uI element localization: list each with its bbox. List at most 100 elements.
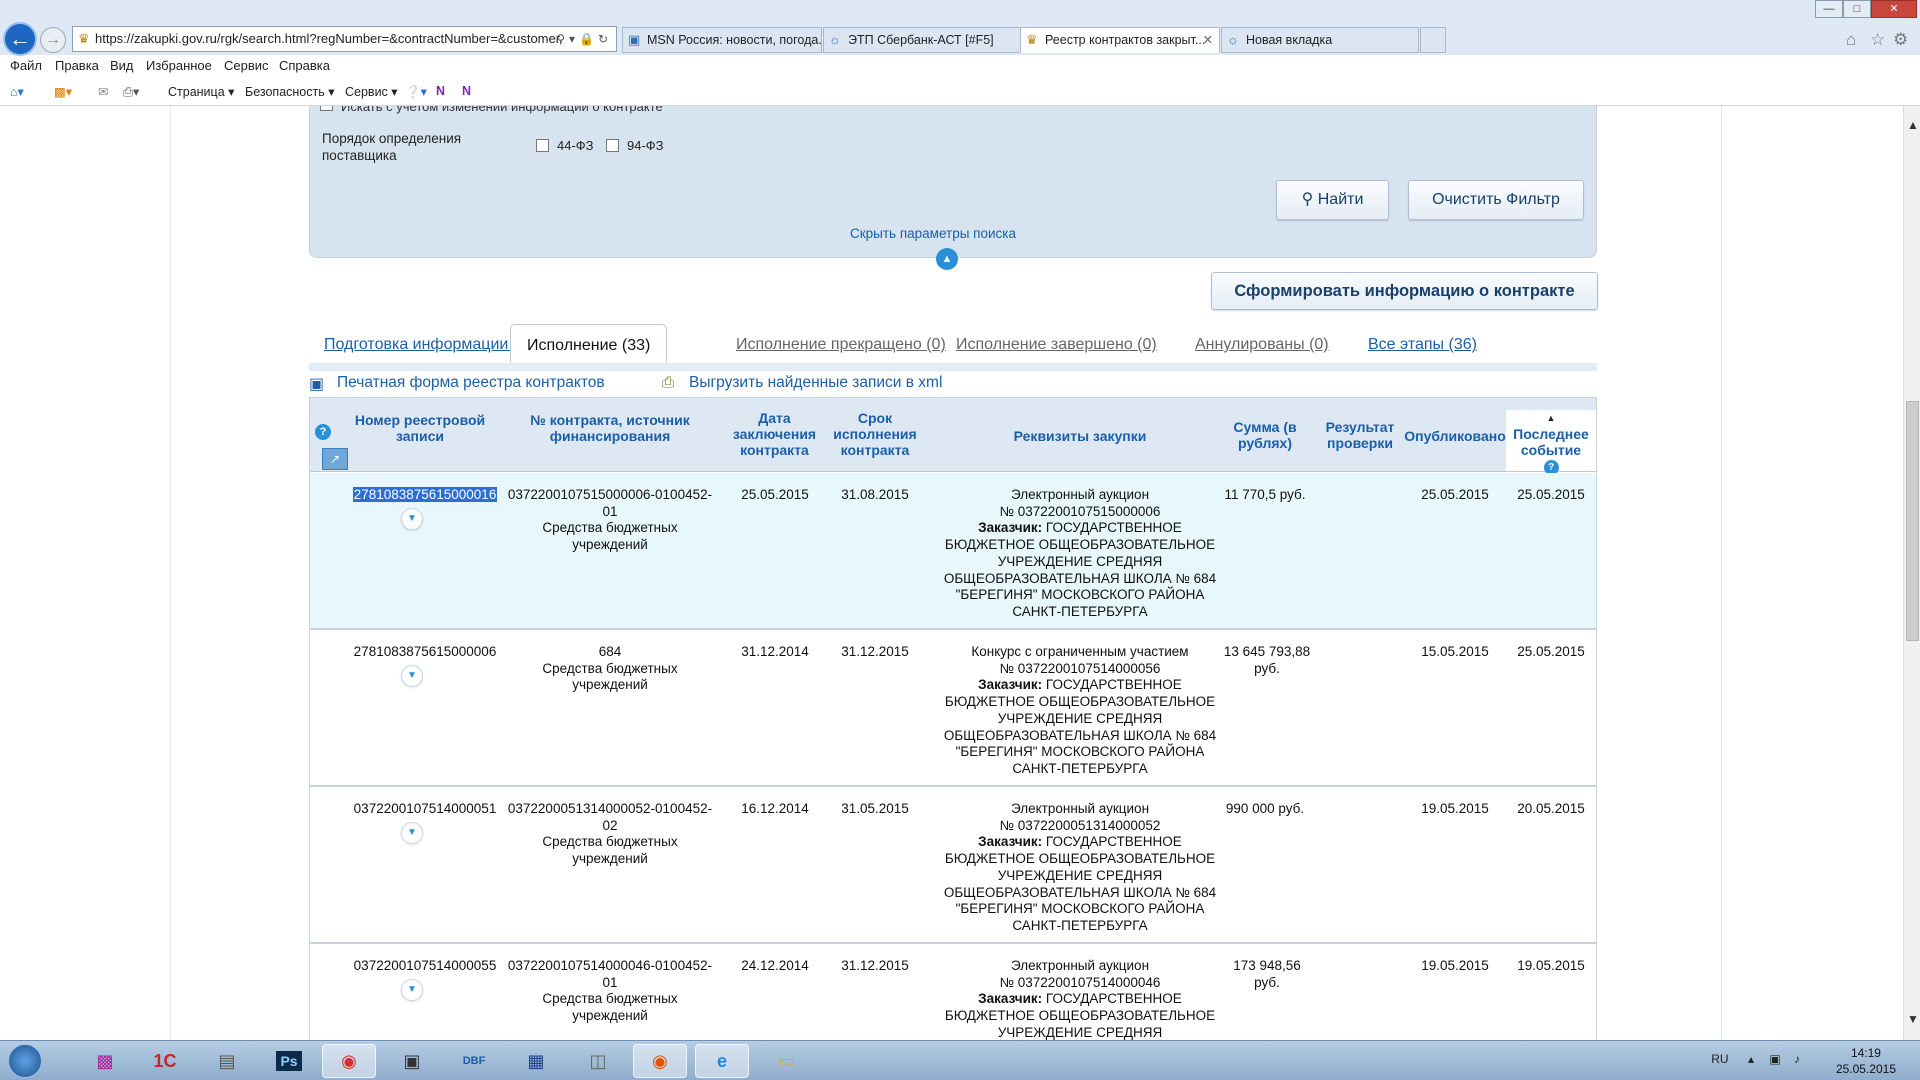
system-clock[interactable]: 14:19 25.05.2015 [1836, 1045, 1896, 1077]
tab-execution-terminated[interactable]: Исполнение прекращено (0) [736, 336, 946, 354]
contract-number-cell: 0372200051314000052-0100452-02 Средства б… [505, 801, 715, 868]
1c-icon[interactable]: 1C [138, 1044, 192, 1078]
archive-icon[interactable]: ◫ [571, 1044, 625, 1078]
browser-tab-registry[interactable]: ♛ Реестр контрактов закрыт... ✕ [1020, 27, 1220, 53]
col-header-published[interactable]: Опубликовано [1395, 428, 1515, 444]
procurement-type: Конкурс с ограниченным участием [971, 644, 1189, 659]
home-icon[interactable]: ⌂▾ [10, 84, 24, 99]
onenote-icon[interactable]: N [462, 84, 471, 98]
col-header-term[interactable]: Срок исполнения контракта [825, 410, 925, 458]
print-form-link[interactable]: Печатная форма реестра контрактов [337, 374, 605, 392]
mail-icon[interactable]: ✉ [98, 84, 108, 99]
hide-search-params-link[interactable]: Скрыть параметры поиска [850, 226, 1016, 241]
search-changes-checkbox-label[interactable]: Искать с учетом изменений информации о к… [320, 106, 663, 114]
procurement-number[interactable]: № 0372200107514000056 [935, 661, 1225, 678]
contract-number: 0372200107514000046-0100452-01 [507, 958, 713, 990]
expand-row-icon[interactable]: ▼ [401, 665, 423, 687]
reg-number[interactable]: 2781083875615000006 [350, 644, 500, 661]
chevron-up-icon[interactable]: ▲ [936, 248, 958, 270]
tray-arrow-icon[interactable]: ▴ [1748, 1052, 1754, 1066]
col-header-procurement[interactable]: Реквизиты закупки [950, 428, 1210, 444]
contract-sum: 990 000 руб. [1225, 801, 1305, 816]
reg-number[interactable]: 0372200107514000055 [350, 958, 500, 975]
menu-view[interactable]: Вид [110, 58, 134, 73]
browser-tab-msn[interactable]: ▣ MSN Россия: новости, погода... [622, 27, 822, 53]
col-header-date[interactable]: Дата заключения контракта [727, 410, 822, 458]
volume-icon[interactable]: ♪ [1794, 1052, 1800, 1066]
network-icon[interactable]: ▣ [1769, 1052, 1780, 1066]
close-tab-icon[interactable]: ✕ [1203, 28, 1213, 52]
export-xml-link[interactable]: Выгрузить найденные записи в xml [689, 374, 942, 392]
new-tab-button[interactable] [1420, 27, 1446, 53]
procurement-number[interactable]: № 0372200107514000046 [935, 975, 1225, 992]
chrome-icon[interactable]: ◉ [322, 1044, 376, 1078]
col-header-contract-number[interactable]: № контракта, источник финансирования [510, 412, 710, 444]
tab-execution-completed[interactable]: Исполнение завершено (0) [956, 336, 1157, 354]
home-icon[interactable]: ⌂ [1846, 30, 1856, 50]
menu-favorites[interactable]: Избранное [146, 58, 212, 73]
contracts-table: ? ↗ Номер реестровой записи № контракта,… [309, 397, 1597, 1040]
tab-preparation[interactable]: Подготовка информации (3) [324, 336, 532, 354]
reg-number[interactable]: 0372200107514000051 [350, 801, 500, 818]
sort-arrow-icon: ▲ [1546, 413, 1556, 423]
winrar-icon[interactable]: ▩ [78, 1044, 132, 1078]
scroll-down-icon[interactable]: ▼ [1907, 1012, 1919, 1026]
print-icon[interactable]: ⎙▾ [123, 84, 139, 100]
col-header-reg-number[interactable]: Номер реестровой записи [350, 412, 490, 444]
help-icon[interactable]: ? [315, 424, 331, 440]
menu-help[interactable]: Справка [279, 58, 330, 73]
clear-filter-button[interactable]: Очистить Фильтр [1408, 180, 1584, 220]
expand-row-icon[interactable]: ▼ [401, 822, 423, 844]
procurement-number[interactable]: № 0372200051314000052 [935, 818, 1225, 835]
find-button[interactable]: ⚲ Найти [1276, 180, 1389, 220]
forward-button[interactable]: → [40, 27, 66, 53]
dbf-icon[interactable]: DBF [447, 1044, 501, 1078]
procurement-number[interactable]: № 0372200107515000006 [935, 504, 1225, 521]
help-icon[interactable]: ❔▾ [405, 84, 427, 100]
menu-service[interactable]: Сервис ▾ [345, 84, 398, 99]
col-header-last-event[interactable]: ▲ Последнее событие ? [1506, 410, 1596, 475]
tab-cancelled[interactable]: Аннулированы (0) [1195, 336, 1329, 354]
favorites-star-icon[interactable]: ☆ [1870, 30, 1885, 50]
rss-icon[interactable]: ▩▾ [54, 84, 72, 99]
browser-tab-sberbank[interactable]: ☼ ЭТП Сбербанк-АСТ [#F5] [823, 27, 1023, 53]
photoshop-icon[interactable]: Ps [262, 1044, 316, 1078]
maximize-button[interactable]: □ [1843, 0, 1871, 18]
menu-security[interactable]: Безопасность ▾ [245, 84, 334, 99]
last-event-date: 25.05.2015 [1517, 644, 1585, 659]
ie-icon[interactable]: e [695, 1044, 749, 1078]
reg-number-cell[interactable]: 2781083875615000016 [350, 487, 500, 504]
form-contract-info-button[interactable]: Сформировать информацию о контракте [1211, 272, 1598, 310]
checkbox-94fz[interactable]: 94-ФЗ [606, 138, 664, 153]
vertical-scrollbar[interactable]: ▲ ▼ [1903, 106, 1920, 1040]
floppy-icon[interactable]: ▦ [509, 1044, 563, 1078]
address-controls-icon[interactable]: ⚲▾🔒↻ [556, 27, 612, 51]
back-button[interactable]: ← [3, 22, 37, 56]
scroll-up-icon[interactable]: ▲ [1907, 118, 1919, 132]
start-orb[interactable] [0, 1044, 50, 1078]
expand-row-icon[interactable]: ▼ [401, 508, 423, 530]
menu-edit[interactable]: Правка [55, 58, 99, 73]
camera-icon[interactable]: ▣ [385, 1044, 439, 1078]
tab-execution[interactable]: Исполнение (33) [510, 324, 668, 368]
onenote-icon[interactable]: N [436, 84, 445, 98]
tab-all-stages[interactable]: Все этапы (36) [1368, 336, 1477, 354]
browser-tab-new[interactable]: ☼ Новая вкладка [1221, 27, 1419, 53]
firefox-icon[interactable]: ◉ [633, 1044, 687, 1078]
checkbox-44fz[interactable]: 44-ФЗ [536, 138, 594, 153]
expand-row-icon[interactable]: ▼ [401, 979, 423, 1001]
gear-icon[interactable]: ⚙ [1893, 30, 1908, 50]
close-window-button[interactable]: ✕ [1871, 0, 1917, 18]
document-icon[interactable]: ▤ [200, 1044, 254, 1078]
folder-icon[interactable]: ▭ [760, 1044, 814, 1078]
scrollbar-thumb[interactable] [1906, 401, 1919, 641]
menu-file[interactable]: Файл [10, 58, 42, 73]
reg-number[interactable]: 2781083875615000016 [352, 487, 498, 502]
address-bar[interactable]: ♛ https://zakupki.gov.ru/rgk/search.html… [72, 26, 617, 52]
expand-all-icon[interactable]: ↗ [322, 448, 348, 470]
language-indicator[interactable]: RU [1711, 1052, 1728, 1066]
col-header-sum[interactable]: Сумма (в рублях) [1210, 419, 1320, 451]
menu-page[interactable]: Страница ▾ [168, 84, 234, 99]
minimize-button[interactable]: — [1815, 0, 1843, 18]
menu-tools[interactable]: Сервис [224, 58, 269, 73]
